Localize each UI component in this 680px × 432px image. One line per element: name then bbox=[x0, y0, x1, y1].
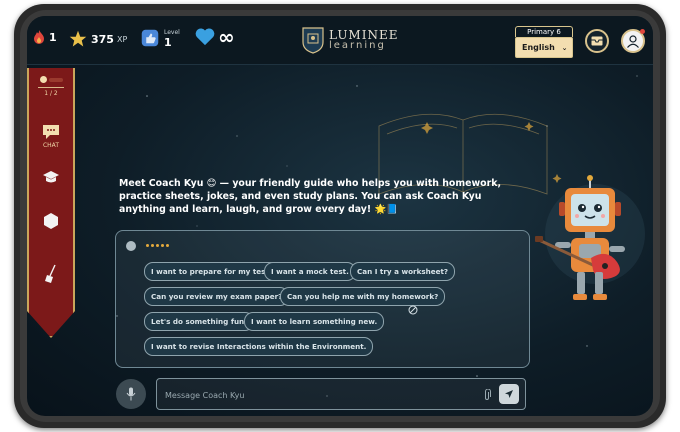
coach-avatar-icon bbox=[126, 241, 136, 251]
language-value: English bbox=[522, 43, 555, 52]
coach-intro-message: Meet Coach Kyu 😊 — your friendly guide w… bbox=[119, 178, 502, 215]
sidebar-item-practice[interactable] bbox=[29, 212, 73, 230]
grade-language-selector[interactable]: Primary 6 English ⌄ bbox=[515, 26, 573, 58]
message-input[interactable] bbox=[163, 386, 477, 404]
suggestion-chip[interactable]: I want to prepare for my test. bbox=[144, 262, 279, 281]
inbox-icon bbox=[591, 36, 603, 46]
sidebar-banner: 1 / 2 CHAT bbox=[27, 68, 75, 338]
paperclip-icon[interactable] bbox=[483, 389, 491, 401]
coach-kyu-robot-illustration bbox=[535, 175, 645, 300]
chat-icon bbox=[43, 125, 59, 139]
heart-icon bbox=[195, 28, 215, 46]
chevron-down-icon: ⌄ bbox=[561, 44, 568, 52]
level-value: 1 bbox=[164, 36, 172, 49]
send-button[interactable] bbox=[499, 384, 519, 404]
xp-stat: 375 XP bbox=[69, 30, 127, 48]
suggestion-chip[interactable]: Can I try a worksheet? bbox=[350, 262, 456, 281]
xp-value: 375 bbox=[91, 32, 114, 46]
thumbs-up-icon bbox=[141, 29, 159, 47]
crest-icon bbox=[302, 27, 324, 54]
suggestion-chip[interactable]: Can you review my exam paper? bbox=[144, 287, 290, 306]
avatar-icon bbox=[627, 35, 639, 48]
profile-button[interactable] bbox=[621, 29, 645, 53]
language-select[interactable]: English ⌄ bbox=[515, 37, 573, 58]
notification-dot bbox=[640, 29, 645, 34]
logo-subtitle: learning bbox=[329, 40, 386, 51]
streak-stat: 1 bbox=[33, 30, 57, 44]
suggestion-chip[interactable]: I want to revise Interactions within the… bbox=[144, 337, 374, 356]
suggestions-panel: I want to prepare for my test. I want a … bbox=[115, 230, 530, 368]
typing-indicator bbox=[146, 244, 169, 247]
lives-stat: ∞ bbox=[195, 25, 235, 49]
grade-label: Primary 6 bbox=[515, 26, 573, 37]
inbox-button[interactable] bbox=[585, 29, 609, 53]
lives-value: ∞ bbox=[218, 25, 235, 49]
suggestion-chip[interactable]: I want to learn something new. bbox=[244, 312, 385, 331]
sidebar-item-clean[interactable] bbox=[29, 264, 73, 284]
cursor-not-allowed-icon bbox=[408, 305, 418, 315]
luminee-logo[interactable]: LUMINEE learning bbox=[301, 26, 398, 54]
suggestion-chip[interactable]: Let's do something fun! bbox=[144, 312, 255, 331]
flame-icon bbox=[34, 30, 44, 44]
page-indicator: 1 / 2 bbox=[44, 90, 58, 97]
suggestion-chip[interactable]: I want a mock test. bbox=[264, 262, 356, 281]
broom-icon bbox=[45, 264, 56, 283]
chat-label: CHAT bbox=[42, 142, 59, 149]
streak-count: 1 bbox=[49, 30, 57, 44]
send-icon bbox=[505, 390, 513, 398]
microphone-button[interactable] bbox=[116, 379, 146, 409]
top-bar: 1 375 XP Level 1 ∞ LUMINEE learning Prim… bbox=[27, 16, 653, 65]
hexagon-icon bbox=[44, 213, 58, 229]
level-stat: Level 1 bbox=[141, 28, 180, 48]
message-input-box bbox=[156, 378, 526, 410]
graduation-cap-icon bbox=[43, 171, 59, 183]
star-icon bbox=[69, 30, 87, 47]
suggestion-chip[interactable]: Can you help me with my homework? bbox=[280, 287, 446, 306]
sidebar-item-chat[interactable]: CHAT bbox=[29, 124, 73, 149]
app-screen: 1 375 XP Level 1 ∞ LUMINEE learning Prim… bbox=[27, 16, 653, 416]
microphone-icon bbox=[126, 387, 136, 401]
sidebar-item-courses[interactable] bbox=[29, 170, 73, 184]
pager-dot-icon bbox=[39, 76, 47, 83]
sidebar-pager[interactable]: 1 / 2 bbox=[29, 76, 73, 97]
xp-unit: XP bbox=[116, 34, 128, 44]
